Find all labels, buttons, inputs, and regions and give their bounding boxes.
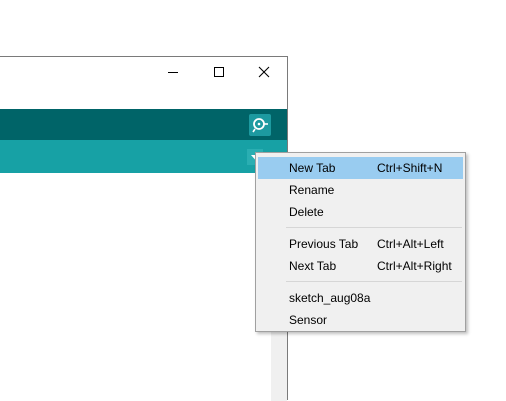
menu-item-label: New Tab bbox=[289, 161, 336, 175]
menu-item-label: Sensor bbox=[289, 313, 328, 327]
menu-item-delete[interactable]: Delete bbox=[258, 201, 463, 223]
maximize-icon bbox=[214, 67, 224, 77]
minimize-icon bbox=[168, 72, 178, 73]
menu-item-label: Delete bbox=[289, 205, 324, 219]
close-icon bbox=[258, 66, 270, 78]
ide-window bbox=[0, 56, 288, 401]
tab-context-menu: New Tab Ctrl+Shift+N Rename Delete Previ… bbox=[255, 152, 466, 332]
menu-item-next-tab[interactable]: Next Tab Ctrl+Alt+Right bbox=[258, 255, 463, 277]
maximize-button[interactable] bbox=[196, 57, 242, 87]
menu-item-label: Next Tab bbox=[289, 259, 337, 273]
code-editor[interactable] bbox=[0, 173, 287, 401]
menu-item-shortcut: Ctrl+Alt+Left bbox=[377, 237, 444, 251]
toolbar bbox=[0, 109, 287, 140]
minimize-button[interactable] bbox=[150, 57, 196, 87]
menu-item-tab-sensor[interactable]: Sensor bbox=[258, 309, 463, 331]
tab-bar bbox=[0, 140, 287, 173]
menu-item-label: Previous Tab bbox=[289, 237, 359, 251]
serial-monitor-button[interactable] bbox=[249, 114, 271, 136]
menu-item-shortcut: Ctrl+Shift+N bbox=[377, 161, 443, 175]
menu-item-tab-sketch[interactable]: sketch_aug08a bbox=[258, 287, 463, 309]
serial-monitor-icon bbox=[252, 118, 268, 133]
close-button[interactable] bbox=[241, 57, 287, 87]
menu-item-rename[interactable]: Rename bbox=[258, 179, 463, 201]
menu-separator bbox=[286, 227, 462, 228]
menu-item-label: Rename bbox=[289, 183, 335, 197]
menu-item-new-tab[interactable]: New Tab Ctrl+Shift+N bbox=[258, 157, 463, 179]
title-bar bbox=[0, 57, 287, 109]
menu-separator bbox=[286, 281, 462, 282]
menu-item-shortcut: Ctrl+Alt+Right bbox=[377, 259, 452, 273]
menu-item-label: sketch_aug08a bbox=[289, 291, 371, 305]
menu-item-previous-tab[interactable]: Previous Tab Ctrl+Alt+Left bbox=[258, 233, 463, 255]
